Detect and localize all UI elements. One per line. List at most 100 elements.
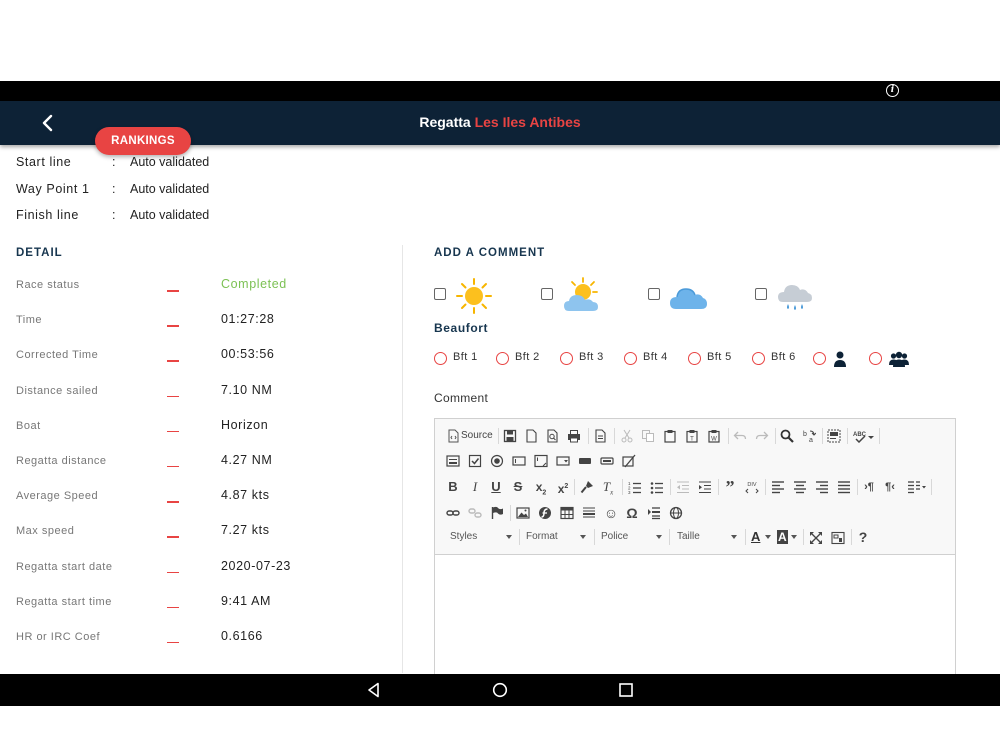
copy-icon[interactable] [641,429,655,443]
weather-checkbox[interactable] [541,288,553,300]
justify-icon[interactable] [837,480,851,494]
language-icon[interactable] [907,480,927,494]
align-left-icon[interactable] [771,480,785,494]
remove-format-icon[interactable]: Tx [601,477,615,497]
find-icon[interactable] [780,429,794,443]
weather-options [434,276,834,316]
italic-icon[interactable]: I [469,477,481,497]
weather-option-partly-cloudy[interactable] [541,276,631,316]
button-field-icon[interactable] [578,454,592,468]
bft-radio[interactable] [752,352,765,365]
background-color-button[interactable]: A [777,527,797,547]
flash-icon[interactable] [538,506,552,520]
bft-radio[interactable] [560,352,573,365]
weather-option-cloudy[interactable] [648,276,738,316]
size-dropdown[interactable]: Taille [677,527,737,547]
image-button-icon[interactable] [600,454,614,468]
weather-option-rainy[interactable] [755,276,845,316]
subscript-icon[interactable]: x2 [533,477,549,497]
radio-icon[interactable] [490,454,504,468]
crew-option-solo[interactable] [813,350,853,370]
div-container-icon[interactable]: DIV [745,480,759,494]
link-icon[interactable] [446,506,460,520]
strikethrough-icon[interactable]: S [512,477,524,497]
detail-label: Distance sailed [16,384,99,397]
crew-radio[interactable] [813,352,826,365]
paste-text-icon[interactable]: T [685,429,699,443]
styles-dropdown[interactable]: Styles [450,527,512,547]
unlink-icon[interactable] [468,506,482,520]
bold-icon[interactable]: B [447,477,459,497]
bft-radio[interactable] [496,352,509,365]
checkpoint-status: Auto validated [130,181,210,196]
detail-value: Horizon [221,417,269,432]
weather-option-sunny[interactable] [434,276,524,316]
smiley-icon[interactable]: ☺ [603,503,619,523]
blockquote-icon[interactable]: ” [723,477,737,497]
paste-word-icon[interactable]: W [707,429,721,443]
print-icon[interactable] [567,429,581,443]
weather-checkbox[interactable] [755,288,767,300]
crew-radio[interactable] [869,352,882,365]
maximize-icon[interactable] [809,531,823,545]
source-icon[interactable] [446,429,460,443]
detail-heading: DETAIL [16,247,63,259]
cut-icon[interactable] [620,429,634,443]
align-right-icon[interactable] [815,480,829,494]
text-color-button[interactable]: A [751,527,771,547]
nav-home-icon[interactable] [492,682,508,698]
weather-checkbox[interactable] [648,288,660,300]
align-center-icon[interactable] [793,480,807,494]
replace-icon[interactable]: ba [802,429,816,443]
crew-option-group[interactable] [869,350,929,370]
special-char-icon[interactable]: Ω [625,503,639,523]
text-field-icon[interactable] [512,454,526,468]
show-blocks-icon[interactable] [831,531,845,545]
font-dropdown[interactable]: Police [601,527,662,547]
preview-icon[interactable] [545,429,559,443]
nav-back-icon[interactable] [366,682,382,698]
horizontal-line-icon[interactable] [582,506,596,520]
copy-format-icon[interactable] [580,480,594,494]
bft-radio[interactable] [624,352,637,365]
new-page-icon[interactable] [524,429,538,443]
checkbox-icon[interactable] [468,454,482,468]
comment-text-area[interactable] [435,555,955,677]
superscript-icon[interactable]: x2 [555,477,571,497]
select-all-icon[interactable] [827,429,841,443]
format-label: Format [526,531,558,542]
templates-icon[interactable] [593,429,607,443]
bulleted-list-icon[interactable] [650,480,664,494]
outdent-icon[interactable] [676,480,690,494]
ltr-icon[interactable]: ›¶ [862,477,876,497]
source-button[interactable]: Source [461,426,493,446]
paste-icon[interactable] [663,429,677,443]
rankings-button[interactable]: RANKINGS [95,127,191,155]
format-dropdown[interactable]: Format [526,527,586,547]
info-icon[interactable]: i [886,84,899,97]
rtl-icon[interactable]: ¶‹ [883,477,897,497]
anchor-flag-icon[interactable] [490,506,504,520]
form-icon[interactable] [446,454,460,468]
crew-group-icon [889,351,909,367]
redo-icon[interactable] [755,429,769,443]
iframe-icon[interactable] [669,506,683,520]
spellcheck-icon[interactable]: ABC [853,429,875,443]
bft-radio[interactable] [688,352,701,365]
bft-radio[interactable] [434,352,447,365]
toolbar-separator [574,479,575,495]
weather-checkbox[interactable] [434,288,446,300]
hidden-field-icon[interactable] [622,454,636,468]
select-field-icon[interactable] [556,454,570,468]
undo-icon[interactable] [733,429,747,443]
image-icon[interactable] [516,506,530,520]
numbered-list-icon[interactable]: 123 [628,480,642,494]
help-icon[interactable]: ? [857,527,869,547]
page-break-icon[interactable] [647,506,661,520]
underline-icon[interactable]: U [490,477,502,497]
table-icon[interactable] [560,506,574,520]
save-icon[interactable] [503,429,517,443]
textarea-icon[interactable] [534,454,548,468]
nav-recents-icon[interactable] [618,682,634,698]
indent-icon[interactable] [698,480,712,494]
